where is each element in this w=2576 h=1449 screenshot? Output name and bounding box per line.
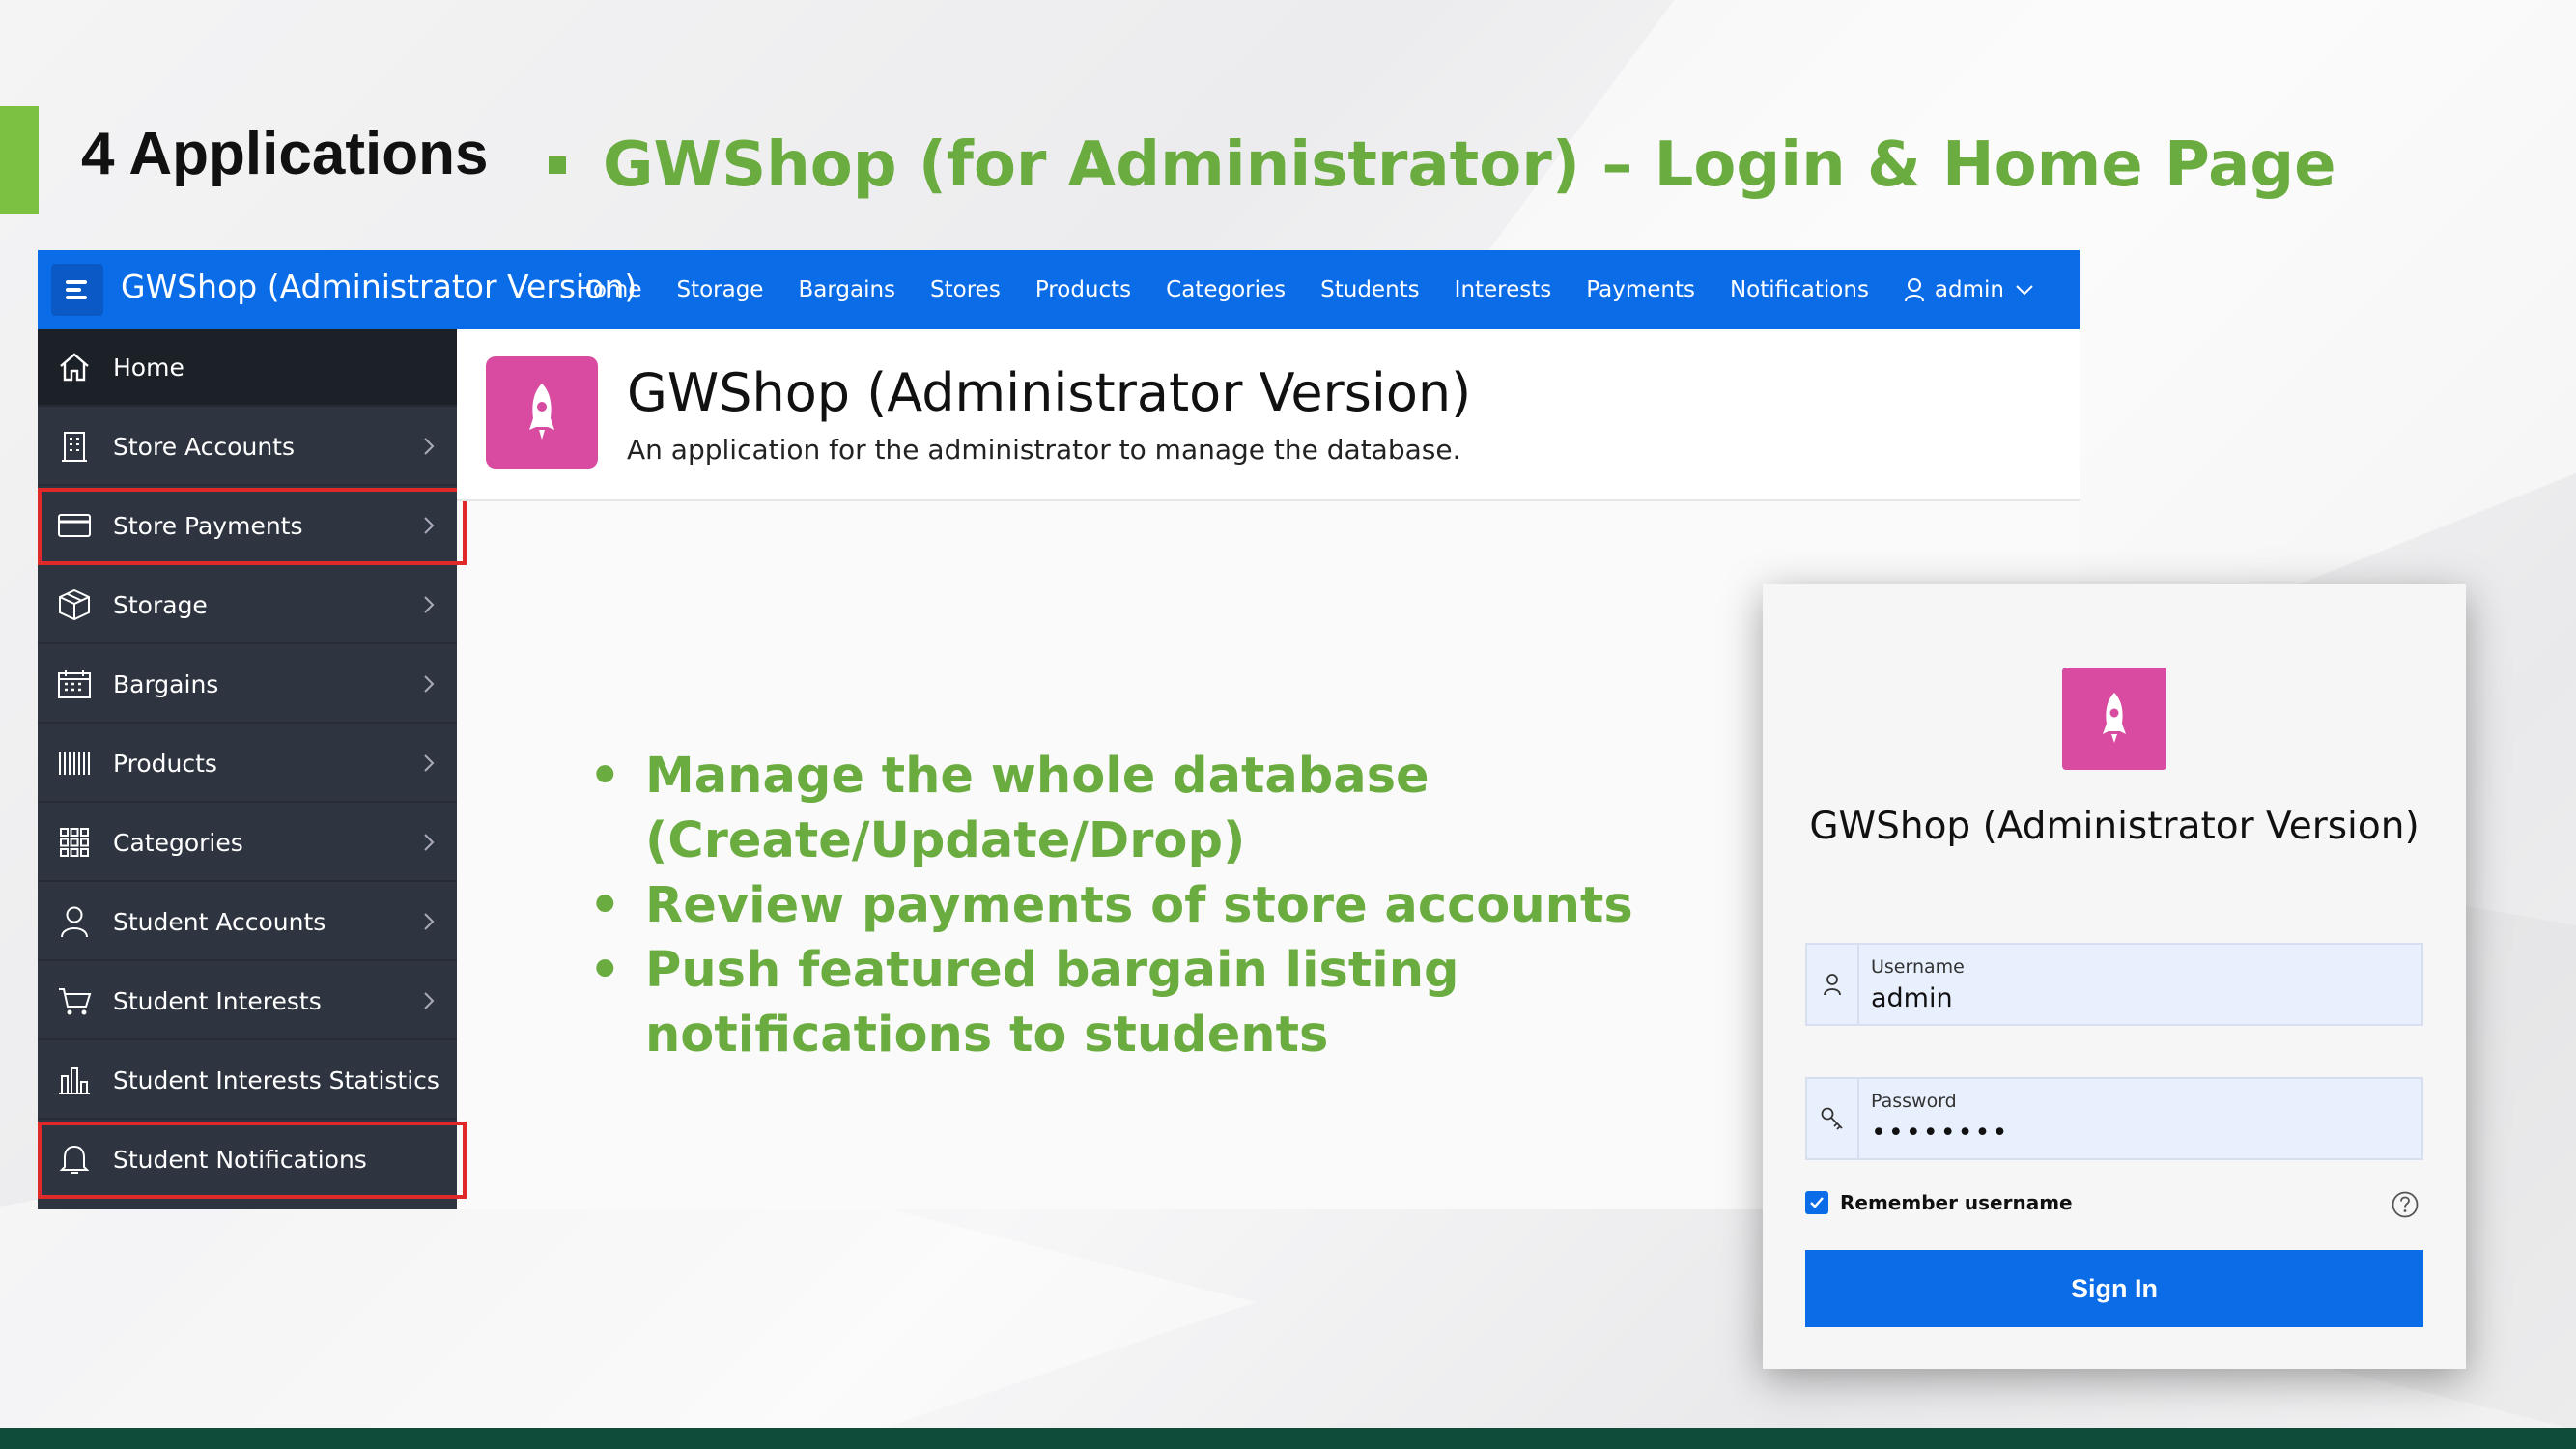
sidebar-item-label: Products	[113, 749, 217, 778]
chevron-right-icon	[424, 675, 435, 693]
sidebar-item-label: Home	[113, 353, 184, 382]
sidebar-item-bargains[interactable]: Bargains	[38, 646, 457, 724]
sidebar-item-label: Student Notifications	[113, 1145, 367, 1174]
topnav-stores[interactable]: Stores	[930, 277, 1001, 302]
password-label: Password	[1871, 1091, 1957, 1112]
topnav-storage[interactable]: Storage	[676, 277, 763, 302]
topnav-interests[interactable]: Interests	[1455, 277, 1552, 302]
menu-toggle-icon[interactable]	[51, 264, 103, 316]
sidebar-item-label: Store Payments	[113, 511, 303, 540]
bullet-item: • Push featured bargain listing notificat…	[589, 942, 1459, 1064]
topnav-products[interactable]: Products	[1035, 277, 1131, 302]
topnav-payments[interactable]: Payments	[1586, 277, 1695, 302]
username-input[interactable]: admin	[1871, 983, 2412, 1013]
sidebar-item-store-payments[interactable]: Store Payments	[38, 488, 467, 565]
sidebar-item-student-accounts[interactable]: Student Accounts	[38, 884, 457, 961]
sidebar-item-label: Store Accounts	[113, 432, 295, 461]
remember-label: Remember username	[1840, 1191, 2073, 1214]
username-label: Username	[1871, 956, 1965, 978]
login-card: GWShop (Administrator Version) Username …	[1763, 584, 2466, 1369]
top-navigation-bar: GWShop (Administrator Version) Home Stor…	[38, 250, 2080, 329]
section-accent-bar	[0, 106, 39, 214]
sidebar-item-home[interactable]: Home	[38, 329, 457, 407]
barcode-icon	[55, 744, 94, 782]
sidebar-item-student-interests[interactable]: Student Interests	[38, 963, 457, 1040]
top-nav: Home Storage Bargains Stores Products Ca…	[577, 250, 2080, 329]
sidebar-item-store-accounts[interactable]: Store Accounts	[38, 409, 457, 486]
chevron-down-icon	[2016, 285, 2033, 296]
section-title: 4 Applications	[81, 121, 489, 187]
sidebar-item-products[interactable]: Products	[38, 725, 457, 803]
chevron-right-icon	[424, 754, 435, 772]
chevron-right-icon	[424, 517, 435, 534]
chevron-right-icon	[424, 596, 435, 613]
bullet-item: • Review payments of store accounts	[589, 877, 1633, 934]
help-icon[interactable]	[2391, 1190, 2420, 1219]
content-header: GWShop (Administrator Version) An applic…	[457, 329, 2080, 501]
rocket-icon	[2062, 668, 2166, 770]
chevron-right-icon	[424, 913, 435, 930]
app-name[interactable]: GWShop (Administrator Version)	[121, 268, 637, 305]
box-icon	[55, 585, 94, 624]
rocket-icon	[486, 356, 598, 469]
sidebar-item-student-interests-statistics[interactable]: Student Interests Statistics	[38, 1042, 457, 1120]
chevron-right-icon	[424, 834, 435, 851]
cart-icon	[55, 981, 94, 1020]
user-name: admin	[1934, 277, 2004, 302]
footer-bar	[0, 1428, 2576, 1449]
topnav-students[interactable]: Students	[1320, 277, 1420, 302]
feature-bullets: • Manage the whole database (Create/Updat…	[589, 744, 1710, 1067]
building-icon	[55, 427, 94, 466]
username-field[interactable]: Username admin	[1805, 943, 2423, 1026]
sidebar-item-label: Student Interests	[113, 986, 322, 1015]
bell-icon	[55, 1140, 94, 1179]
sidebar-item-storage[interactable]: Storage	[38, 567, 457, 644]
password-field[interactable]: Password ••••••••	[1805, 1077, 2423, 1160]
chevron-right-icon	[424, 438, 435, 455]
sidebar-item-label: Bargains	[113, 669, 219, 698]
user-icon	[1807, 945, 1859, 1024]
topnav-bargains[interactable]: Bargains	[798, 277, 895, 302]
topnav-categories[interactable]: Categories	[1166, 277, 1286, 302]
sidebar: Home Store Accounts Store Payments Stora…	[38, 329, 467, 1209]
user-icon	[1904, 278, 1924, 302]
grid-icon	[55, 823, 94, 862]
user-menu[interactable]: admin	[1904, 277, 2045, 302]
sidebar-item-label: Storage	[113, 590, 208, 619]
sidebar-item-student-notifications[interactable]: Student Notifications	[38, 1122, 467, 1199]
headline-bullet	[549, 156, 566, 174]
sidebar-item-categories[interactable]: Categories	[38, 805, 457, 882]
sidebar-item-label: Student Accounts	[113, 907, 326, 936]
credit-card-icon	[55, 506, 94, 545]
remember-checkbox[interactable]	[1805, 1191, 1828, 1214]
page-title: GWShop (Administrator Version)	[627, 362, 1472, 423]
topnav-notifications[interactable]: Notifications	[1730, 277, 1869, 302]
page-subtitle: An application for the administrator to …	[627, 434, 1461, 466]
login-title: GWShop (Administrator Version)	[1809, 805, 2420, 848]
sign-in-button[interactable]: Sign In	[1805, 1250, 2423, 1327]
sidebar-item-label: Student Interests Statistics	[113, 1065, 439, 1094]
sidebar-item-label: Categories	[113, 828, 243, 857]
password-input[interactable]: ••••••••	[1871, 1118, 2412, 1148]
home-icon	[55, 348, 94, 386]
slide-headline: GWShop (for Administrator) – Login & Hom…	[603, 129, 2336, 201]
topnav-home[interactable]: Home	[577, 277, 642, 302]
chevron-right-icon	[424, 992, 435, 1009]
calendar-icon	[55, 665, 94, 703]
key-icon	[1807, 1079, 1859, 1158]
user-icon	[55, 902, 94, 941]
bullet-item: • Manage the whole database (Create/Updat…	[589, 748, 1430, 869]
remember-username[interactable]: Remember username	[1805, 1191, 2073, 1214]
bar-chart-icon	[55, 1061, 94, 1099]
